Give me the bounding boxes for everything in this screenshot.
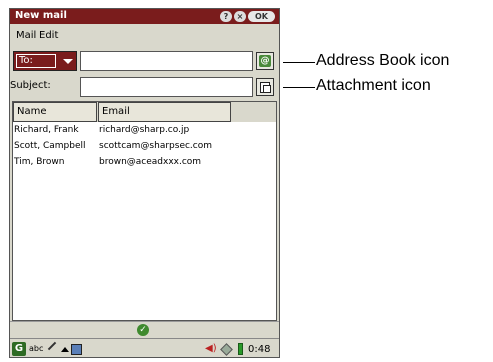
help-button[interactable]: ? <box>220 11 232 22</box>
address-list: Name Email Richard, Frank richard@sharp.… <box>12 101 277 321</box>
row-email: richard@sharp.co.jp <box>99 125 190 135</box>
row-name: Tim, Brown <box>14 157 65 167</box>
chevron-down-icon <box>63 59 73 64</box>
menu-bar: Mail Edit <box>10 24 279 46</box>
speaker-icon[interactable]: ◀) <box>205 343 217 354</box>
callout-line-attachment <box>283 87 315 88</box>
address-book-icon: @ <box>259 55 271 67</box>
keyboard-icon[interactable] <box>71 344 82 355</box>
pen-icon[interactable] <box>47 341 57 351</box>
send-icon[interactable]: ✓ <box>137 324 149 336</box>
start-menu-icon[interactable]: G <box>12 342 26 356</box>
pda-window: New mail ? × OK Mail Edit To: @ Subject:… <box>9 8 280 358</box>
row-email: scottcam@sharpsec.com <box>99 141 213 151</box>
row-name: Scott, Campbell <box>14 141 86 151</box>
taskbar: G abc ◀) 0:48 <box>10 338 279 357</box>
attachment-button[interactable] <box>256 78 274 96</box>
list-row[interactable]: Scott, Campbell scottcam@sharpsec.com <box>13 139 276 155</box>
to-dropdown[interactable]: To: <box>13 51 77 71</box>
callout-address-book: Address Book icon <box>316 52 450 69</box>
row-email: brown@aceadxxx.com <box>99 157 202 167</box>
list-row[interactable]: Tim, Brown brown@aceadxxx.com <box>13 155 276 171</box>
column-header-name[interactable]: Name <box>13 102 97 122</box>
to-dropdown-value: To: <box>16 54 56 68</box>
row-name: Richard, Frank <box>14 125 79 135</box>
to-input[interactable] <box>80 51 253 71</box>
subject-label: Subject: <box>10 80 51 91</box>
title-bar: New mail ? × OK <box>10 9 279 24</box>
menu-edit[interactable]: Edit <box>39 30 58 41</box>
input-method-label[interactable]: abc <box>29 344 43 353</box>
list-header: Name Email <box>13 102 276 122</box>
callout-attachment: Attachment icon <box>316 77 431 94</box>
ok-button[interactable]: OK <box>248 11 275 22</box>
attachment-icon-overlay <box>263 85 271 93</box>
network-icon[interactable] <box>220 343 233 356</box>
list-row[interactable]: Richard, Frank richard@sharp.co.jp <box>13 123 276 139</box>
battery-icon <box>238 343 243 355</box>
address-book-button[interactable]: @ <box>256 52 274 70</box>
close-button[interactable]: × <box>234 11 246 22</box>
up-arrow-icon[interactable] <box>61 347 69 352</box>
subject-input[interactable] <box>80 77 253 97</box>
subject-row: Subject: <box>10 76 279 98</box>
callout-line-address-book <box>283 62 315 63</box>
column-header-email[interactable]: Email <box>98 102 231 122</box>
to-row: To: @ <box>10 50 279 72</box>
clock: 0:48 <box>248 344 271 355</box>
action-bar: ✓ <box>10 321 279 337</box>
window-title: New mail <box>15 10 67 21</box>
menu-mail[interactable]: Mail <box>16 30 36 41</box>
